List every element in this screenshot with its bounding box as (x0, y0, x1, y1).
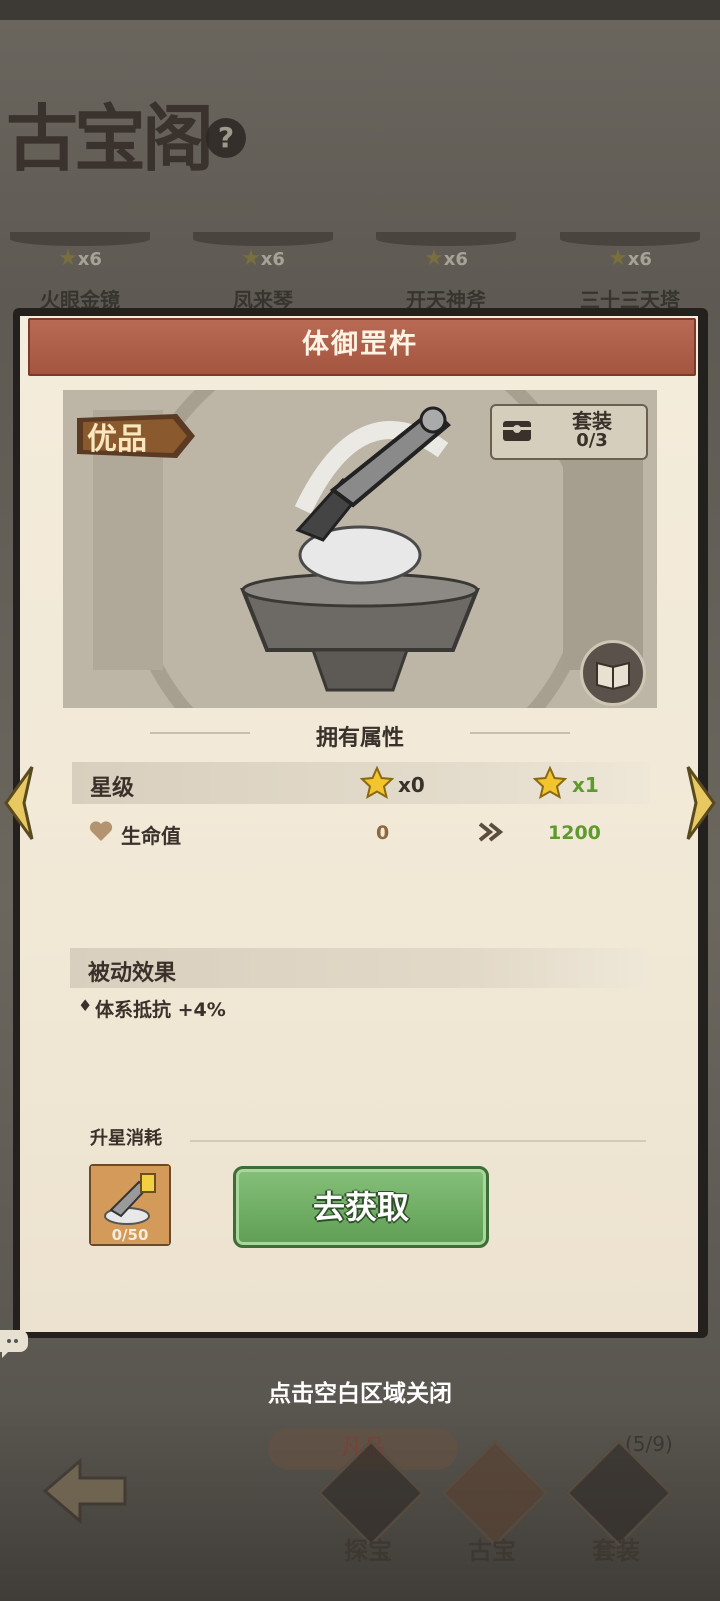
arrow-right-icon (478, 822, 504, 842)
passive-effect-title: 被动效果 (88, 961, 177, 986)
heart-icon (89, 821, 113, 841)
star-current: x0 (398, 773, 425, 797)
back-arrow-icon[interactable] (40, 1456, 130, 1526)
close-hint[interactable]: 点击空白区域关闭 (0, 1374, 720, 1408)
obtain-button-label[interactable]: 去获取 (233, 1166, 489, 1248)
passive-effect-text: 体系抵抗 +4% (95, 999, 226, 1021)
star-next: x1 (572, 773, 599, 797)
treasure-tab[interactable]: ★x6 火眼金镜 (10, 232, 150, 312)
chest-icon (503, 421, 531, 441)
hp-label: 生命值 (121, 824, 181, 848)
bullet-icon: ♦ (78, 996, 93, 1015)
hp-current: 0 (376, 822, 390, 844)
tab-star-count: x6 (443, 249, 468, 270)
nav-label: 探宝 (344, 1537, 392, 1565)
treasure-tab[interactable]: ★x6 开天神斧 (376, 232, 516, 312)
chat-bubble-icon[interactable] (0, 1326, 28, 1358)
nav-set[interactable]: 套装 (565, 1439, 673, 1565)
tab-star-count: x6 (77, 249, 102, 270)
attributes-title: 拥有属性 (315, 726, 404, 751)
question-icon[interactable]: ? (206, 118, 246, 158)
upgrade-cost-label: 升星消耗 (90, 1128, 162, 1149)
star-icon: ★ (58, 246, 78, 271)
divider (190, 1140, 646, 1142)
cost-item-count: 0/50 (111, 1226, 149, 1244)
tab-star-count: x6 (260, 249, 285, 270)
treasure-tab[interactable]: ★x6 三十三天塔 (560, 232, 700, 312)
book-icon[interactable] (580, 640, 646, 706)
star-icon: ★ (608, 246, 628, 271)
nav-label: 古宝 (468, 1537, 516, 1565)
star-icon (533, 766, 567, 800)
star-icon: ★ (424, 246, 444, 271)
nav-treasure[interactable]: 古宝 (441, 1439, 549, 1565)
next-arrow-icon[interactable] (682, 763, 720, 843)
nav-explore[interactable]: 探宝 (317, 1439, 425, 1565)
star-level-label: 星级 (90, 776, 135, 801)
page-title: 古宝阁 (6, 96, 214, 181)
quality-label: 优品 (87, 422, 147, 457)
modal-title: 体御罡杵 (302, 329, 418, 360)
set-count: 0/3 (576, 430, 608, 451)
previous-arrow-icon[interactable] (0, 763, 38, 843)
star-icon (360, 766, 394, 800)
tab-star-count: x6 (627, 249, 652, 270)
nav-label: 套装 (592, 1537, 640, 1565)
star-icon: ★ (241, 246, 261, 271)
hp-next: 1200 (548, 822, 601, 844)
treasure-tab[interactable]: ★x6 凤来琴 (193, 232, 333, 312)
